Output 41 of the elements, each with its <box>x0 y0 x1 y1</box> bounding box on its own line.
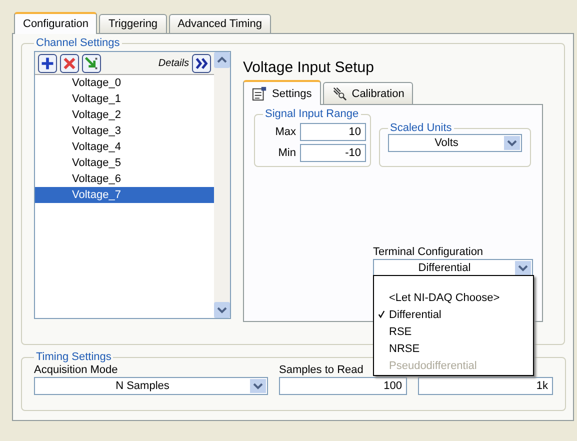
section-title: Voltage Input Setup <box>243 59 375 78</box>
tab[interactable]: Triggering <box>99 14 167 33</box>
field-label: Min <box>278 147 296 159</box>
rate-field[interactable]: 1k <box>418 377 553 395</box>
expand-icon[interactable] <box>192 54 211 72</box>
tab[interactable]: Advanced Timing <box>168 14 271 33</box>
channel-item[interactable]: Voltage_5 <box>35 155 214 171</box>
min-field[interactable]: -10 <box>300 144 366 162</box>
channel-item[interactable]: Voltage_6 <box>35 171 214 187</box>
units-dropdown[interactable]: Volts <box>388 134 522 152</box>
group-title: Signal Input Range <box>264 108 360 120</box>
add-icon[interactable] <box>38 54 57 72</box>
scrollbar[interactable] <box>214 52 230 318</box>
max-field[interactable]: 10 <box>300 123 366 141</box>
channel-item[interactable]: Voltage_3 <box>35 123 214 139</box>
menu-item[interactable]: <Let NI-DAQ Choose> <box>374 289 533 306</box>
group-title: Channel Settings <box>35 37 121 49</box>
channel-item[interactable]: Voltage_0 <box>35 75 214 91</box>
scroll-up-icon[interactable] <box>214 52 230 68</box>
field-label: Max <box>275 126 296 138</box>
details-label: Details <box>158 58 189 68</box>
menu-item[interactable]: RSE <box>374 323 533 340</box>
channel-item[interactable]: Voltage_2 <box>35 107 214 123</box>
channel-item[interactable]: Voltage_1 <box>35 91 214 107</box>
channel-item[interactable]: Voltage_7 <box>35 187 214 203</box>
menu-item[interactable]: NRSE <box>374 340 533 357</box>
group-title: Scaled Units <box>389 122 453 134</box>
probe-icon <box>332 86 347 101</box>
field-label: Acquisition Mode <box>34 363 119 377</box>
settings-icon <box>252 86 267 101</box>
samples-field[interactable]: 100 <box>279 377 407 395</box>
tab[interactable]: Configuration <box>14 12 98 34</box>
group-title: Timing Settings <box>35 351 112 363</box>
field-label: Terminal Configuration <box>373 245 484 259</box>
mode-dropdown[interactable]: N Samples <box>34 377 268 395</box>
delete-icon[interactable] <box>60 54 79 72</box>
tab[interactable]: Calibration <box>322 82 414 104</box>
scroll-down-icon[interactable] <box>214 302 230 318</box>
tab[interactable]: Settings <box>243 80 321 105</box>
menu-item[interactable]: Differential <box>374 306 533 323</box>
channel-item[interactable]: Voltage_4 <box>35 139 214 155</box>
